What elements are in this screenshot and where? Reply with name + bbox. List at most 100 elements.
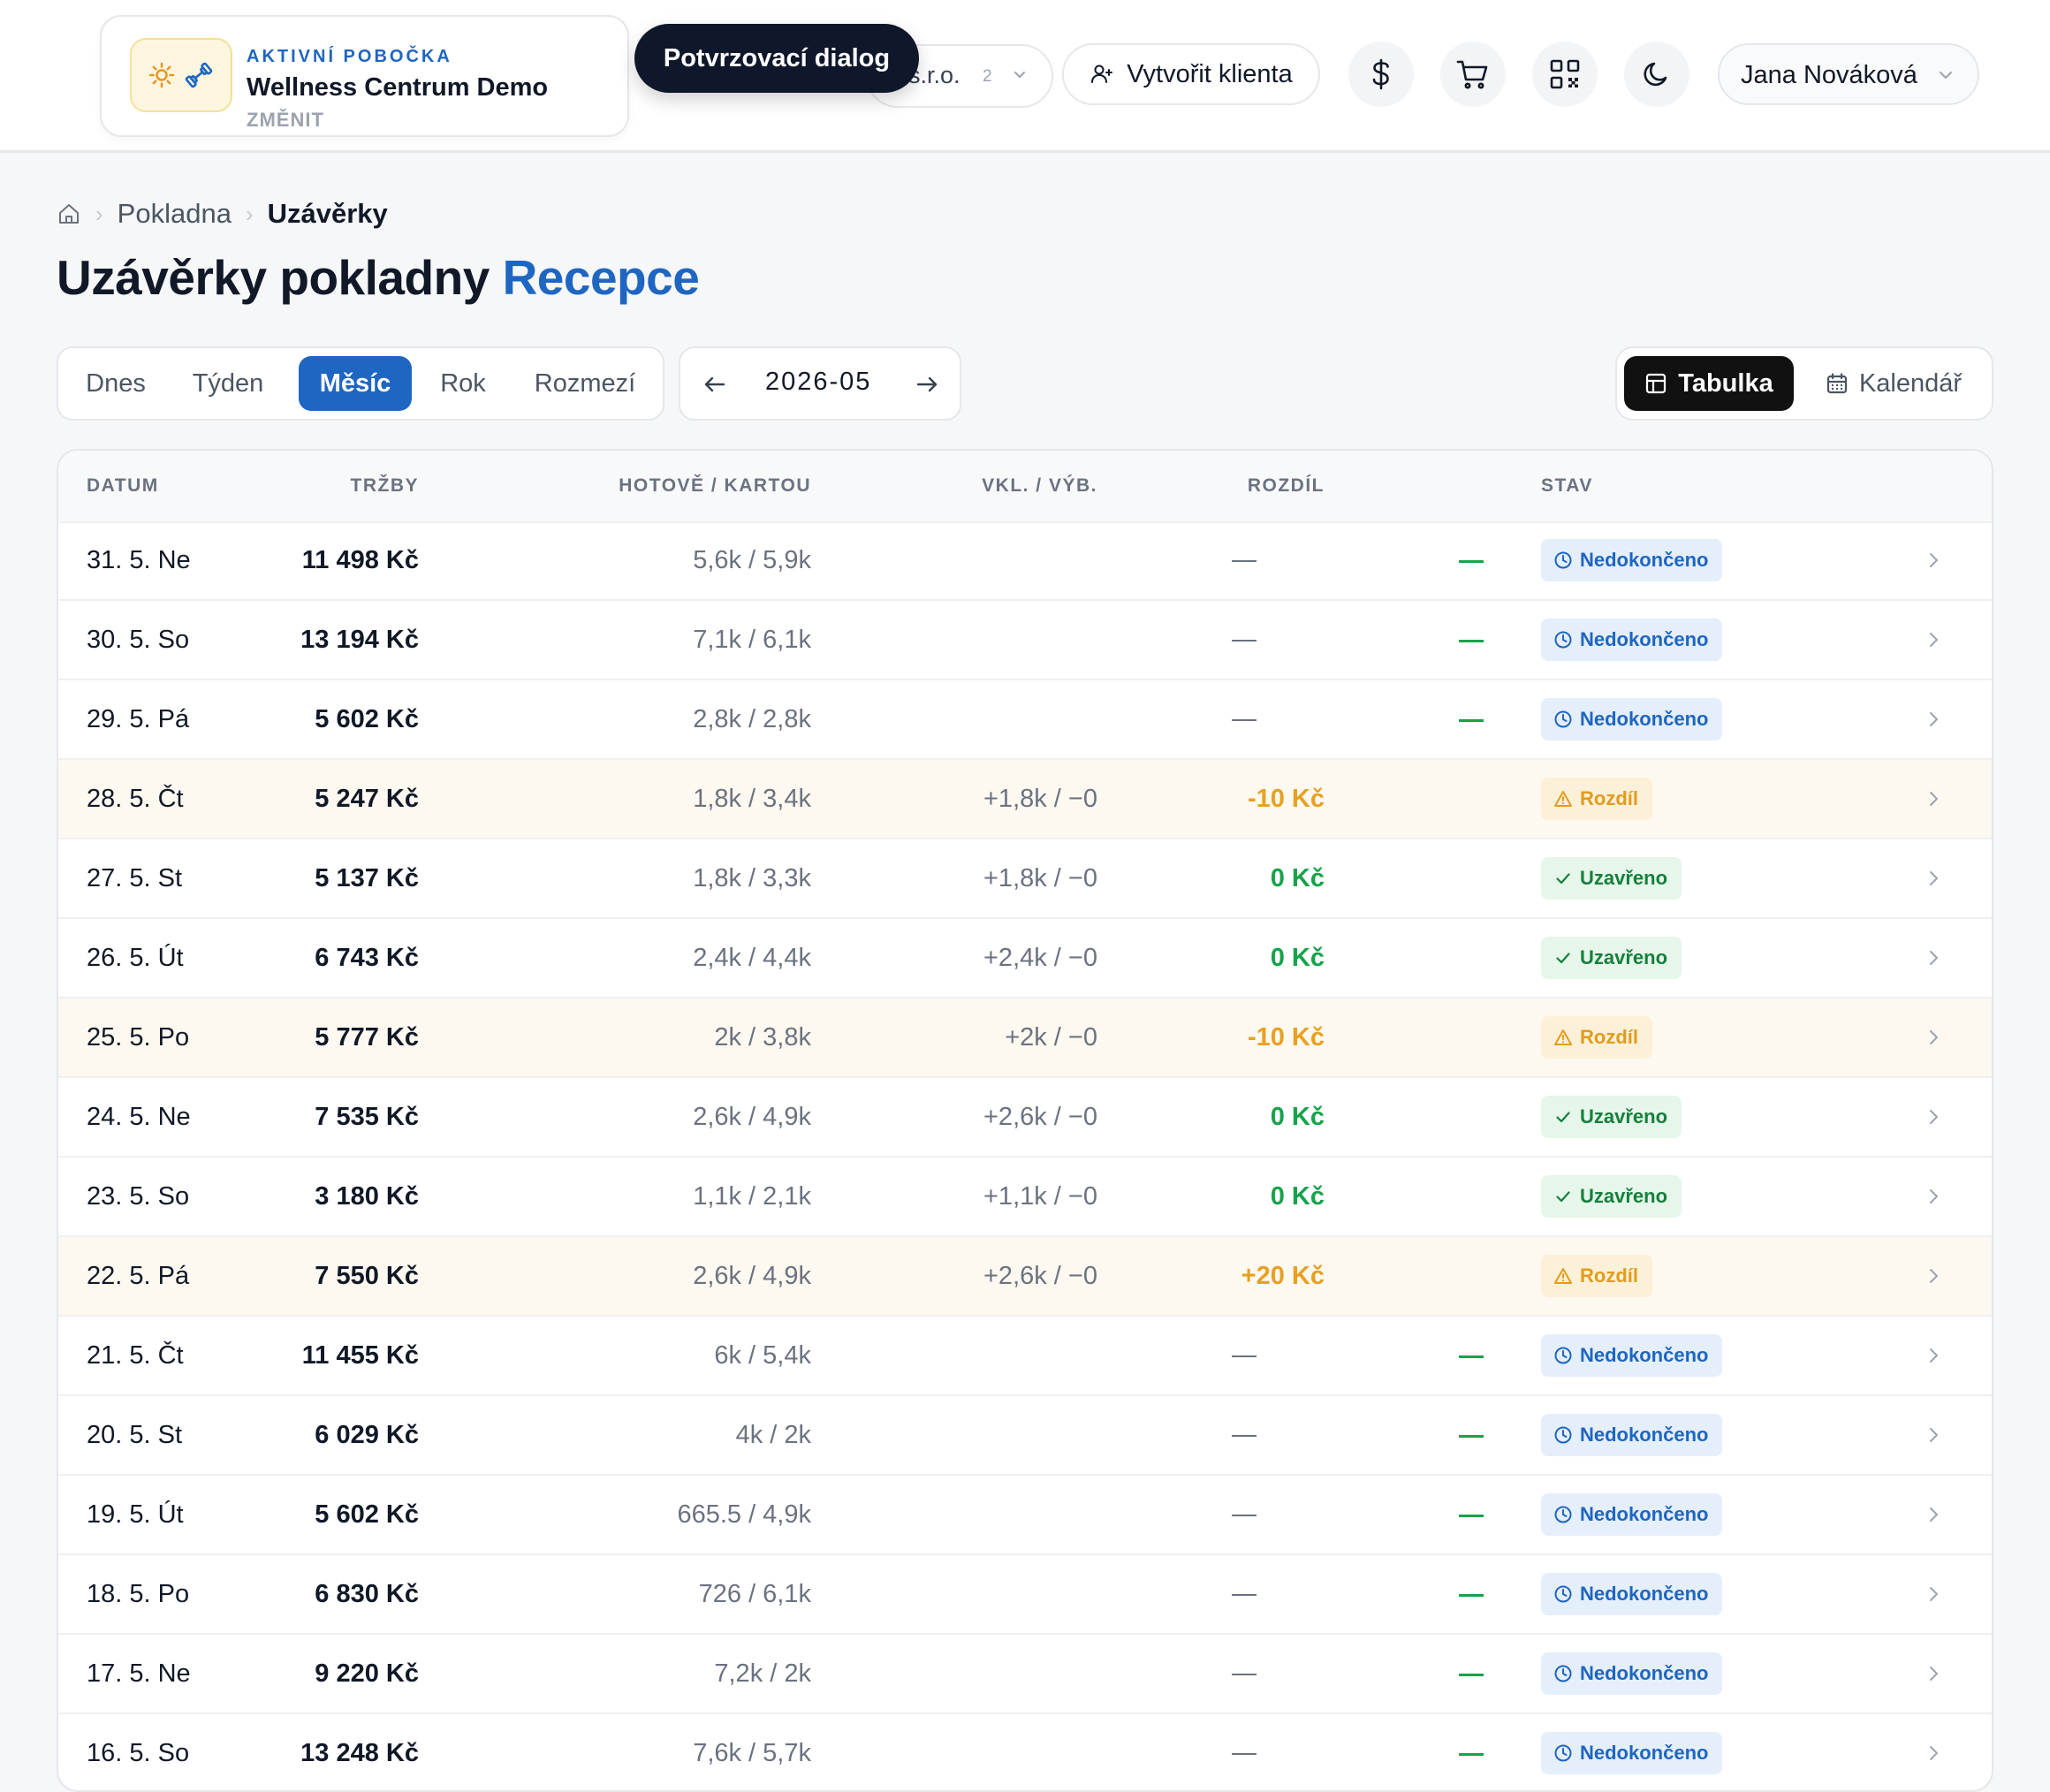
table-row[interactable]: 26. 5. Út 6 743 Kč 2,4k / 4,4k +2,4k / −0 0 … bbox=[58, 919, 1992, 999]
row-cash-card: 1,8k / 3,3k bbox=[693, 864, 811, 892]
status-badge: Nedokončeno bbox=[1541, 1652, 1723, 1695]
status-label: Nedokončeno bbox=[1580, 1662, 1709, 1684]
confirm-dialog-tooltip: Potvrzovací dialog bbox=[634, 24, 919, 93]
row-cash-card: 4k / 2k bbox=[735, 1421, 811, 1449]
current-month: 2026-05 bbox=[765, 368, 872, 396]
table-row[interactable]: 23. 5. So 3 180 Kč 1,1k / 2,1k +1,1k / −0 0 … bbox=[58, 1158, 1992, 1237]
table-row[interactable]: 19. 5. Út 5 602 Kč 665.5 / 4,9k Nedokončeno bbox=[58, 1476, 1992, 1555]
dollar-icon bbox=[1372, 58, 1389, 90]
row-cash-card: 2k / 3,8k bbox=[714, 1023, 811, 1052]
chevron-right-icon[interactable] bbox=[1923, 1663, 1944, 1684]
chevron-right-icon[interactable] bbox=[1923, 1186, 1944, 1207]
chevron-right-icon[interactable] bbox=[1923, 1106, 1944, 1128]
period-tyden[interactable]: Týden bbox=[171, 356, 285, 411]
chevron-right-icon[interactable] bbox=[1923, 1583, 1944, 1605]
view-toggle: Tabulka Kalendář bbox=[1615, 346, 1993, 421]
row-date: 23. 5. So bbox=[87, 1182, 190, 1211]
row-cash-card: 726 / 6,1k bbox=[698, 1580, 811, 1608]
clock-icon bbox=[1554, 551, 1572, 569]
table-row[interactable]: 20. 5. St 6 029 Kč 4k / 2k Nedokončeno bbox=[58, 1396, 1992, 1476]
sun-icon bbox=[148, 62, 175, 88]
chevron-right-icon[interactable] bbox=[1923, 1504, 1944, 1525]
period-mesic[interactable]: Měsíc bbox=[299, 356, 412, 411]
home-icon[interactable] bbox=[57, 201, 81, 226]
chevron-right-icon[interactable] bbox=[1923, 1027, 1944, 1048]
row-revenue: 11 498 Kč bbox=[301, 546, 419, 574]
empty-dash bbox=[1459, 1355, 1484, 1358]
row-revenue: 5 247 Kč bbox=[315, 785, 419, 813]
warning-icon bbox=[1554, 791, 1572, 807]
row-deposits: +2k / −0 bbox=[1005, 1023, 1097, 1052]
row-revenue: 6 743 Kč bbox=[315, 944, 419, 972]
row-difference: -10 Kč bbox=[1247, 1023, 1325, 1052]
table-row[interactable]: 28. 5. Čt 5 247 Kč 1,8k / 3,4k +1,8k / −0 -1… bbox=[58, 760, 1992, 839]
cash-button[interactable] bbox=[1348, 42, 1414, 107]
table-row[interactable]: 24. 5. Ne 7 535 Kč 2,6k / 4,9k +2,6k / −0 0 … bbox=[58, 1078, 1992, 1158]
table-row[interactable]: 27. 5. St 5 137 Kč 1,8k / 3,3k +1,8k / −0 0 … bbox=[58, 839, 1992, 919]
view-table-button[interactable]: Tabulka bbox=[1624, 356, 1794, 411]
cart-button[interactable] bbox=[1440, 42, 1506, 107]
closings-table: DATUM TRŽBY HOTOVĚ / KARTOU VKL. / VÝB. … bbox=[57, 449, 1993, 1792]
chevron-right-icon[interactable] bbox=[1923, 1743, 1944, 1764]
view-calendar-button[interactable]: Kalendář bbox=[1803, 356, 1985, 411]
user-menu[interactable]: Jana Nováková bbox=[1718, 43, 1979, 105]
table-row[interactable]: 16. 5. So 13 248 Kč 7,6k / 5,7k Nedokončeno bbox=[58, 1714, 1992, 1790]
chevron-right-icon[interactable] bbox=[1923, 947, 1944, 968]
table-row[interactable]: 17. 5. Ne 9 220 Kč 7,2k / 2k Nedokončeno bbox=[58, 1635, 1992, 1714]
period-rozmezi[interactable]: Rozmezí bbox=[514, 356, 656, 411]
arrow-left-icon[interactable] bbox=[702, 371, 728, 398]
table-row[interactable]: 29. 5. Pá 5 602 Kč 2,8k / 2,8k Nedokončeno bbox=[58, 680, 1992, 760]
table-row[interactable]: 18. 5. Po 6 830 Kč 726 / 6,1k Nedokončeno bbox=[58, 1555, 1992, 1635]
chevron-right-icon[interactable] bbox=[1923, 709, 1944, 730]
chevron-right-icon[interactable] bbox=[1923, 1345, 1944, 1366]
active-branch-card[interactable]: AKTIVNÍ POBOČKA Wellness Centrum Demo ZM… bbox=[100, 15, 629, 137]
row-cash-card: 1,1k / 2,1k bbox=[693, 1182, 811, 1211]
period-dnes[interactable]: Dnes bbox=[69, 356, 163, 411]
qr-button[interactable] bbox=[1532, 42, 1598, 107]
row-date: 17. 5. Ne bbox=[87, 1659, 191, 1688]
period-rok[interactable]: Rok bbox=[424, 356, 502, 411]
view-calendar-label: Kalendář bbox=[1858, 368, 1963, 398]
branch-kicker: AKTIVNÍ POBOČKA bbox=[247, 47, 452, 66]
row-date: 28. 5. Čt bbox=[87, 785, 184, 813]
theme-toggle-button[interactable] bbox=[1624, 42, 1689, 107]
table-row[interactable]: 25. 5. Po 5 777 Kč 2k / 3,8k +2k / −0 -10 Kč… bbox=[58, 999, 1992, 1078]
table-row[interactable]: 31. 5. Ne 11 498 Kč 5,6k / 5,9k Nedokončeno bbox=[58, 521, 1992, 601]
chevron-right-icon[interactable] bbox=[1923, 868, 1944, 889]
table-row[interactable]: 21. 5. Čt 11 455 Kč 6k / 5,4k Nedokončeno bbox=[58, 1317, 1992, 1396]
chevron-right-icon[interactable] bbox=[1923, 1424, 1944, 1446]
empty-dash bbox=[1232, 1515, 1257, 1516]
breadcrumb-separator: › bbox=[95, 200, 103, 227]
chevron-right-icon[interactable] bbox=[1923, 550, 1944, 571]
chevron-right-icon[interactable] bbox=[1923, 788, 1944, 809]
dumbbell-icon bbox=[185, 62, 213, 88]
clock-icon bbox=[1554, 631, 1572, 649]
row-difference: 0 Kč bbox=[1270, 864, 1325, 892]
status-badge: Nedokončeno bbox=[1541, 619, 1723, 661]
row-cash-card: 5,6k / 5,9k bbox=[693, 546, 811, 574]
status-label: Nedokončeno bbox=[1580, 628, 1709, 650]
row-revenue: 11 455 Kč bbox=[301, 1341, 419, 1370]
empty-dash bbox=[1459, 640, 1484, 642]
row-cash-card: 2,4k / 4,4k bbox=[693, 944, 811, 972]
row-date: 21. 5. Čt bbox=[87, 1341, 184, 1370]
page-title-accent: Recepce bbox=[502, 250, 700, 305]
column-header-revenue: TRŽBY bbox=[350, 475, 419, 496]
row-cash-card: 1,8k / 3,4k bbox=[693, 785, 811, 813]
row-date: 20. 5. St bbox=[87, 1421, 183, 1449]
table-row[interactable]: 30. 5. So 13 194 Kč 7,1k / 6,1k Nedokončeno bbox=[58, 601, 1992, 680]
chevron-down-icon bbox=[1014, 72, 1025, 78]
table-row[interactable]: 22. 5. Pá 7 550 Kč 2,6k / 4,9k +2,6k / −0 +2… bbox=[58, 1237, 1992, 1317]
clock-icon bbox=[1554, 1506, 1572, 1523]
breadcrumb-separator: › bbox=[245, 200, 254, 227]
row-revenue: 5 777 Kč bbox=[315, 1023, 419, 1052]
chevron-right-icon[interactable] bbox=[1923, 1265, 1944, 1287]
arrow-right-icon[interactable] bbox=[914, 371, 940, 398]
branch-change-link[interactable]: ZMĚNIT bbox=[247, 109, 324, 132]
create-client-button[interactable]: Vytvořit klienta bbox=[1062, 43, 1320, 105]
row-revenue: 5 602 Kč bbox=[315, 705, 419, 733]
breadcrumb-pokladna[interactable]: Pokladna bbox=[118, 198, 232, 230]
status-badge: Uzavřeno bbox=[1541, 1175, 1682, 1218]
status-label: Rozdíl bbox=[1580, 1026, 1638, 1048]
chevron-right-icon[interactable] bbox=[1923, 629, 1944, 650]
